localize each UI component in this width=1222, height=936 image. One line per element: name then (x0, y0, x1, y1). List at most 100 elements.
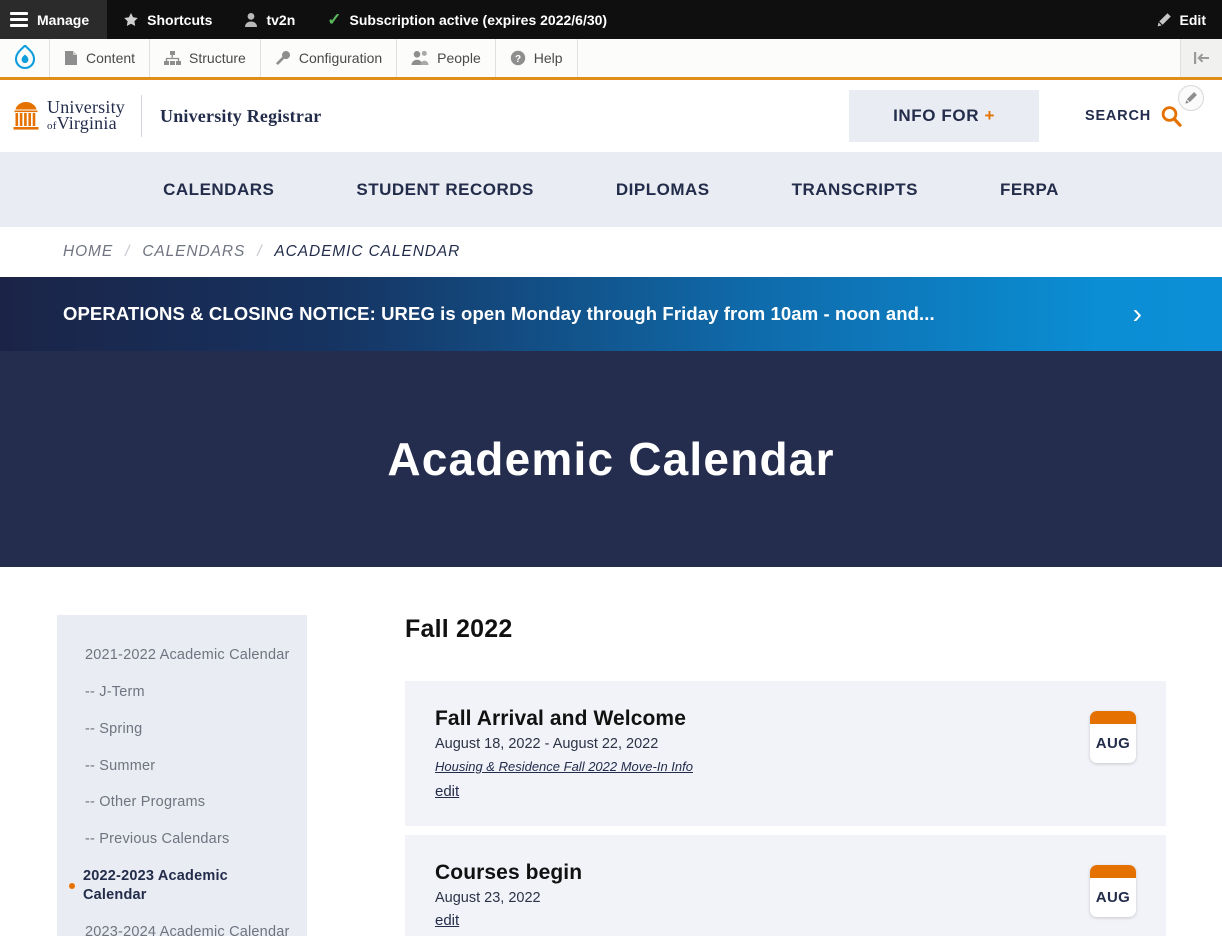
shortcuts-label: Shortcuts (147, 11, 213, 28)
event-details: Fall Arrival and Welcome August 18, 2022… (435, 707, 1070, 800)
svg-text:?: ? (515, 54, 521, 65)
star-icon (123, 12, 139, 28)
admin-menu-item-structure[interactable]: Structure (150, 39, 261, 77)
wordmark-of: of (47, 120, 57, 132)
event-details: Courses begin August 23, 2022 edit (435, 861, 1070, 929)
site-title[interactable]: University Registrar (160, 106, 321, 127)
site-logo-link[interactable]: University ofVirginia (12, 95, 142, 137)
sidebar-item-summer[interactable]: -- Summer (57, 748, 307, 785)
contextual-edit-button[interactable] (1178, 85, 1204, 111)
calendar-badge-top (1090, 865, 1136, 878)
pencil-icon (1156, 12, 1172, 28)
admin-menu-item-content[interactable]: Content (50, 39, 151, 77)
breadcrumb-item-home[interactable]: HOME (63, 243, 113, 261)
event-date: August 18, 2022 - August 22, 2022 (435, 736, 659, 752)
admin-menu-item-configuration[interactable]: Configuration (261, 39, 398, 77)
sidebar-item-spring[interactable]: -- Spring (57, 711, 307, 748)
admin-menu-item-people[interactable]: People (397, 39, 496, 77)
header-actions: INFO FOR + SEARCH (849, 90, 1204, 142)
nav-item-student-records[interactable]: STUDENT RECORDS (315, 180, 575, 200)
admin-menu-label: People (437, 50, 481, 66)
admin-menu-label: Help (533, 50, 563, 66)
drupal-drop-icon (14, 45, 35, 70)
sidebar-item-2023-2024[interactable]: 2023-2024 Academic Calendar (57, 914, 307, 936)
event-card: Fall Arrival and Welcome August 18, 2022… (405, 681, 1166, 826)
operations-notice-banner[interactable]: OPERATIONS & CLOSING NOTICE: UREG is ope… (0, 277, 1222, 351)
drupal-admin-menu: Content Structure Configuration People ?… (0, 39, 1222, 80)
nav-item-calendars[interactable]: CALENDARS (122, 180, 315, 200)
user-account-tab[interactable]: tv2n (228, 0, 311, 39)
file-icon (64, 50, 78, 66)
page-hero: Academic Calendar (0, 351, 1222, 567)
sidebar-item-2021-2022[interactable]: 2021-2022 Academic Calendar (57, 637, 307, 674)
sidebar-item-label: -- J-Term (85, 683, 145, 700)
info-for-button[interactable]: INFO FOR + (849, 90, 1039, 142)
event-title: Fall Arrival and Welcome (435, 707, 686, 730)
calendar-badge-month: AUG (1095, 889, 1131, 906)
sidebar-item-label: -- Other Programs (85, 794, 206, 811)
check-icon: ✓ (327, 10, 342, 29)
search-button[interactable]: SEARCH (1039, 105, 1204, 127)
sidebar-item-other-programs[interactable]: -- Other Programs (57, 784, 307, 821)
chevron-right-icon[interactable]: › (1133, 300, 1182, 328)
sidebar-item-j-term[interactable]: -- J-Term (57, 674, 307, 711)
edit-label: Edit (1179, 11, 1206, 28)
header-divider (141, 95, 142, 137)
main-content: Fall 2022 Fall Arrival and Welcome Augus… (405, 615, 1166, 936)
manage-label: Manage (37, 11, 90, 28)
calendar-badge-month: AUG (1095, 735, 1131, 752)
nav-item-diplomas[interactable]: DIPLOMAS (575, 180, 751, 200)
drupal-logo-button[interactable] (0, 39, 50, 77)
shortcuts-tab[interactable]: Shortcuts (107, 0, 228, 39)
question-circle-icon: ? (510, 50, 526, 66)
people-icon (411, 50, 429, 66)
sitemap-icon (164, 50, 182, 66)
nav-item-transcripts[interactable]: TRANSCRIPTS (751, 180, 959, 200)
sidebar-item-previous-calendars[interactable]: -- Previous Calendars (57, 821, 307, 858)
notice-text: OPERATIONS & CLOSING NOTICE: UREG is ope… (63, 303, 935, 324)
subscription-status: ✓ Subscription active (expires 2022/6/30… (311, 0, 623, 39)
uva-wordmark: University ofVirginia (47, 98, 125, 133)
subscription-label: Subscription active (expires 2022/6/30) (349, 11, 608, 28)
sidebar-item-label: 2021-2022 Academic Calendar (85, 647, 290, 663)
sidebar-item-label: -- Summer (85, 757, 156, 774)
page-title: Academic Calendar (387, 433, 835, 485)
wordmark-line-2: Virginia (56, 113, 117, 133)
breadcrumb-separator: / (257, 243, 263, 260)
section-title: Fall 2022 (405, 615, 513, 643)
uva-logo: University ofVirginia (12, 98, 141, 133)
event-card: Courses begin August 23, 2022 edit AUG (405, 835, 1166, 936)
event-edit-link[interactable]: edit (435, 912, 1070, 929)
sidebar-item-2022-2023[interactable]: 2022-2023 Academic Calendar (57, 858, 307, 914)
wrench-icon (275, 50, 291, 66)
sidebar-item-label: -- Spring (85, 720, 143, 737)
info-for-label: INFO FOR (893, 106, 980, 125)
event-date: August 23, 2022 (435, 890, 541, 906)
collapse-left-icon (1193, 52, 1209, 64)
breadcrumb-item-calendars[interactable]: CALENDARS (142, 243, 245, 261)
site-header: University ofVirginia University Registr… (0, 80, 1222, 152)
breadcrumb-item-current: ACADEMIC CALENDAR (274, 243, 461, 260)
toolbar-collapse-button[interactable] (1180, 39, 1222, 77)
calendar-badge-top (1090, 711, 1136, 724)
admin-menu-item-help[interactable]: ? Help (496, 39, 578, 77)
search-label: SEARCH (1084, 108, 1151, 124)
sidebar-item-label: -- Previous Calendars (85, 831, 230, 848)
edit-mode-toggle[interactable]: Edit (1140, 0, 1222, 39)
event-related-link[interactable]: Housing & Residence Fall 2022 Move-In In… (435, 759, 693, 774)
user-icon (244, 12, 258, 28)
manage-tab[interactable]: Manage (0, 0, 108, 39)
rotunda-icon (13, 102, 39, 130)
admin-menu-spacer (578, 39, 1180, 77)
drupal-admin-toolbar: Manage Shortcuts tv2n ✓ Subscription act… (0, 0, 1222, 39)
active-bullet-icon (69, 882, 75, 889)
calendar-month-badge: AUG (1090, 711, 1136, 763)
hamburger-icon (10, 12, 28, 27)
plus-icon: + (984, 106, 995, 125)
search-icon (1160, 105, 1182, 127)
nav-item-ferpa[interactable]: FERPA (959, 180, 1100, 200)
event-edit-link[interactable]: edit (435, 783, 1070, 800)
sidebar-item-label: 2023-2024 Academic Calendar (85, 923, 290, 936)
breadcrumb-separator: / (125, 243, 131, 260)
calendar-month-badge: AUG (1090, 865, 1136, 917)
